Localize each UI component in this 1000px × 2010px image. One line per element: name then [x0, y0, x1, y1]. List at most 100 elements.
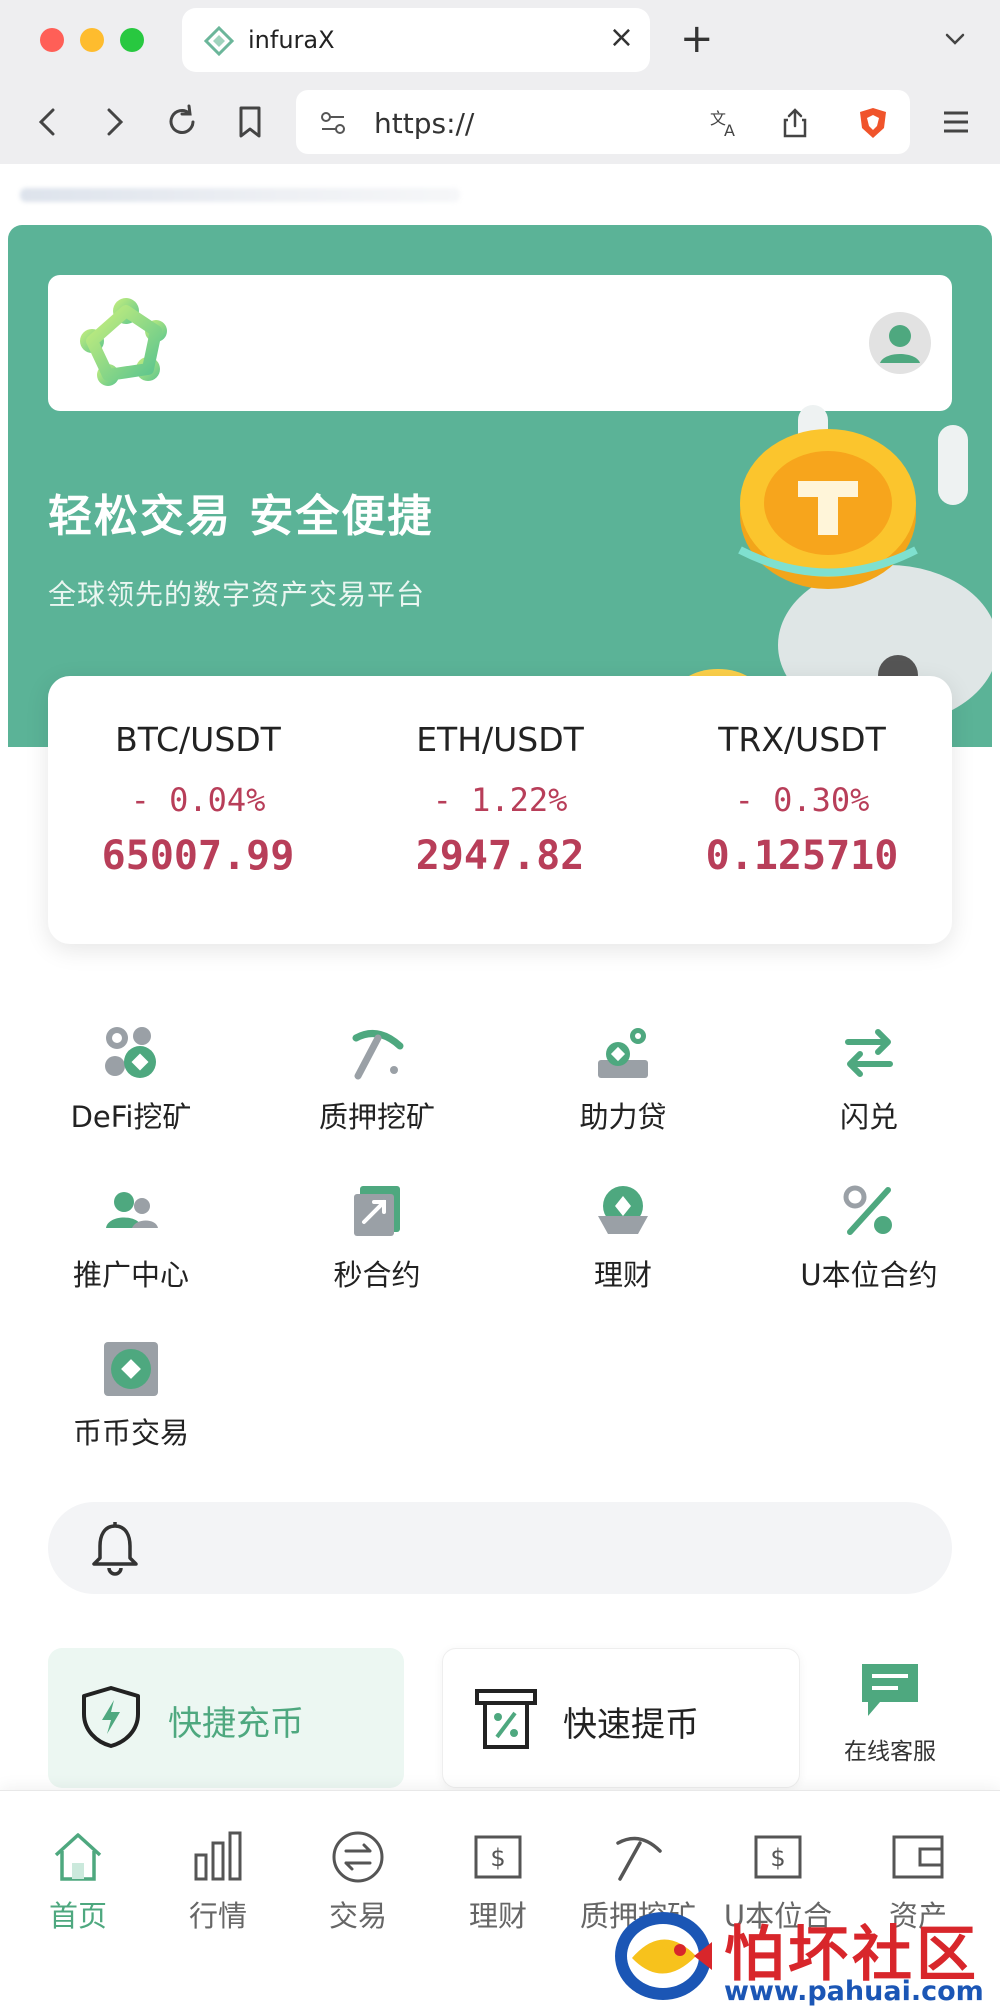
ticker-pair: TRX/USDT [718, 720, 886, 759]
new-tab-button[interactable]: + [680, 14, 714, 64]
hero-banner: 轻松交易 安全便捷 全球领先的数字资产交易平台 [8, 225, 992, 747]
menu-label: 质押挖矿 [318, 1100, 435, 1134]
menu-assist-loan[interactable]: 助力贷 [523, 1024, 723, 1154]
wallet-icon [892, 1835, 944, 1879]
menu-staking-mining[interactable]: 质押挖矿 [277, 1024, 477, 1154]
menu-wealth[interactable]: 理财 [523, 1182, 723, 1312]
ticker-price: 65007.99 [101, 833, 295, 879]
svg-text:$: $ [490, 1844, 505, 1872]
menu-icon[interactable] [936, 102, 976, 142]
users-icon [106, 1192, 158, 1228]
atm-percent-icon [475, 1689, 537, 1749]
bookmark-icon[interactable] [230, 102, 270, 142]
infurax-logo-icon[interactable] [74, 291, 178, 395]
user-avatar-icon[interactable] [868, 311, 932, 375]
pickaxe-icon [352, 1030, 404, 1080]
nav-label: 首页 [48, 1899, 107, 1933]
watermark-url: www.pahuai.com [724, 1976, 984, 2007]
hero-title: 轻松交易 安全便捷 [48, 491, 434, 542]
ticker-price: 0.125710 [705, 833, 899, 879]
site-settings-icon[interactable] [316, 106, 350, 140]
menu-second-contract[interactable]: 秒合约 [277, 1182, 477, 1312]
deposit-label: 快捷充币 [168, 1704, 304, 1744]
watermark: 怕坏社区 www.pahuai.com [608, 1898, 1000, 2010]
exchange-icon [332, 1831, 384, 1883]
loan-icon [598, 1028, 648, 1078]
coin-exchange-icon [104, 1342, 158, 1396]
ticker-price: 2947.82 [415, 833, 585, 879]
home-icon [54, 1833, 102, 1881]
nav-label: 理财 [468, 1899, 527, 1933]
chevron-down-icon[interactable] [940, 24, 970, 54]
svg-text:$: $ [770, 1844, 785, 1872]
quick-deposit-button[interactable]: 快捷充币 [48, 1648, 404, 1788]
market-ticker-card: BTC/USDT - 0.04% 65007.99 ETH/USDT - 1.2… [48, 676, 952, 944]
blurred-content-strip [20, 188, 460, 202]
hero-subtitle: 全球领先的数字资产交易平台 [48, 578, 426, 611]
coins-icon [105, 1027, 156, 1078]
nav-home[interactable]: 首页 [8, 1829, 148, 1935]
wealth-icon [598, 1186, 648, 1234]
menu-label: 助力贷 [579, 1100, 667, 1134]
menu-label: 秒合约 [333, 1258, 421, 1292]
forward-icon[interactable] [94, 102, 134, 142]
minimize-window-button[interactable] [80, 28, 104, 52]
online-support-button[interactable]: 在线客服 [820, 1660, 960, 1780]
ticker-change: - 0.04% [130, 781, 266, 819]
nav-label: 交易 [328, 1899, 387, 1933]
close-window-button[interactable] [40, 28, 64, 52]
menu-label: DeFi挖矿 [70, 1100, 192, 1134]
shield-bolt-icon [82, 1686, 140, 1748]
ticker-trx[interactable]: TRX/USDT - 0.30% 0.125710 [652, 720, 952, 879]
swap-arrows-icon [845, 1029, 893, 1077]
browser-tab[interactable]: infuraX × [182, 8, 650, 72]
nav-trade[interactable]: 交易 [288, 1829, 428, 1935]
withdraw-label: 快速提币 [563, 1705, 699, 1745]
ticker-eth[interactable]: ETH/USDT - 1.22% 2947.82 [350, 720, 650, 879]
usdt-contract-icon: $ [754, 1835, 802, 1879]
finance-icon: $ [474, 1835, 522, 1879]
bar-chart-icon [194, 1831, 242, 1881]
menu-label: 币币交易 [72, 1416, 189, 1450]
nav-finance[interactable]: $ 理财 [428, 1829, 568, 1935]
nav-label: 行情 [188, 1899, 247, 1933]
watermark-logo-icon [615, 1912, 712, 2000]
ticker-pair: BTC/USDT [115, 720, 281, 759]
back-icon[interactable] [28, 102, 68, 142]
translate-icon[interactable]: 文 A [708, 106, 742, 140]
contract-icon [354, 1186, 400, 1236]
tab-close-icon[interactable]: × [609, 18, 634, 58]
menu-u-contract[interactable]: U本位合约 [769, 1182, 969, 1312]
menu-label: 推广中心 [72, 1258, 189, 1292]
menu-flash-swap[interactable]: 闪兑 [769, 1024, 969, 1154]
nav-market[interactable]: 行情 [148, 1829, 288, 1935]
ticker-change: - 1.22% [432, 781, 568, 819]
quick-withdraw-button[interactable]: 快速提币 [442, 1648, 800, 1788]
svg-text:A: A [724, 121, 735, 140]
site-favicon-icon [204, 26, 234, 56]
browser-nav-bar: https:// 文 A [0, 80, 1000, 164]
maximize-window-button[interactable] [120, 28, 144, 52]
reload-icon[interactable] [162, 102, 202, 142]
address-bar[interactable]: https:// 文 A [296, 90, 910, 154]
browser-tab-bar: infuraX × + [0, 0, 1000, 80]
ticker-btc[interactable]: BTC/USDT - 0.04% 65007.99 [48, 720, 348, 879]
header-card [48, 275, 952, 411]
menu-defi-mining[interactable]: DeFi挖矿 [31, 1024, 231, 1154]
share-icon[interactable] [778, 106, 812, 140]
url-text: https:// [374, 107, 475, 140]
ticker-change: - 0.30% [734, 781, 870, 819]
brave-shield-icon[interactable] [856, 106, 890, 140]
support-label: 在线客服 [844, 1739, 936, 1765]
menu-promotion-center[interactable]: 推广中心 [31, 1182, 231, 1312]
notice-bar[interactable] [48, 1502, 952, 1594]
menu-label: 理财 [593, 1258, 652, 1292]
chat-bubble-icon [862, 1664, 918, 1716]
ticker-pair: ETH/USDT [416, 720, 584, 759]
menu-label: 闪兑 [839, 1100, 898, 1134]
percent-icon [843, 1185, 892, 1235]
menu-coin-trading[interactable]: 币币交易 [31, 1340, 231, 1470]
pickaxe-icon [616, 1836, 662, 1881]
menu-label: U本位合约 [800, 1258, 938, 1292]
tab-title: infuraX [248, 26, 335, 54]
